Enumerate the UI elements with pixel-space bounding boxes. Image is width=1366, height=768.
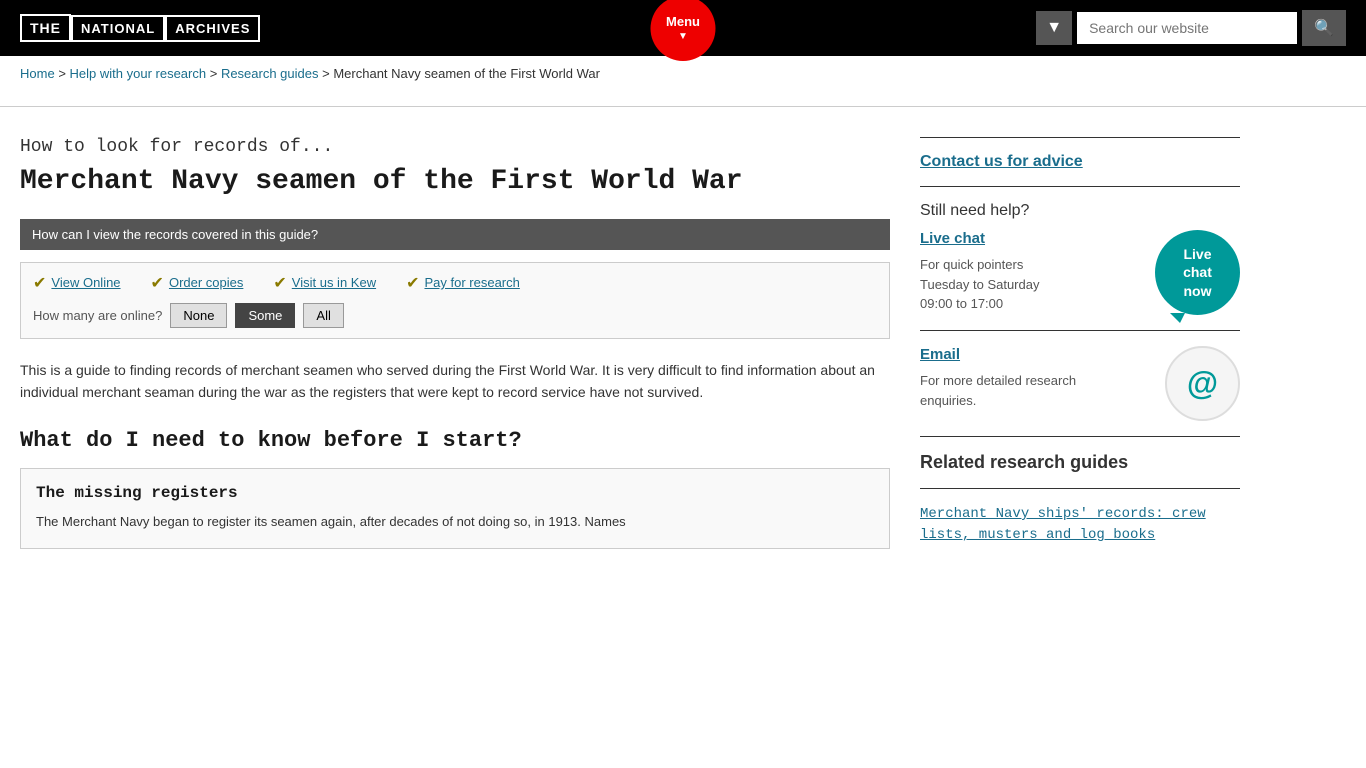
search-input[interactable] xyxy=(1077,12,1297,44)
pay-research-item: ✔ Pay for research xyxy=(406,273,520,293)
dropdown-arrow-icon: ▼ xyxy=(1046,19,1062,36)
email-at-icon: @ xyxy=(1187,365,1218,402)
search-submit-button[interactable]: 🔍 xyxy=(1302,10,1346,46)
chevron-down-icon: ▼ xyxy=(678,31,688,42)
records-box: How can I view the records covered in th… xyxy=(20,219,890,250)
checkmark-icon-3: ✔ xyxy=(273,273,286,293)
breadcrumb-separator-1: > xyxy=(58,66,69,81)
search-icon: 🔍 xyxy=(1314,20,1334,37)
page-title: Merchant Navy seamen of the First World … xyxy=(20,165,890,199)
search-area: ▼ 🔍 xyxy=(1036,10,1346,46)
email-icon-circle: @ xyxy=(1165,346,1240,421)
checkmark-icon-4: ✔ xyxy=(406,273,419,293)
filter-label: How many are online? xyxy=(33,308,162,323)
live-chat-info: Live chat For quick pointers Tuesday to … xyxy=(920,230,1039,314)
body-text: This is a guide to finding records of me… xyxy=(20,359,890,404)
menu-label: Menu xyxy=(666,14,700,29)
view-online-item: ✔ View Online xyxy=(33,273,121,293)
live-chat-description-3: 09:00 to 17:00 xyxy=(920,294,1039,314)
breadcrumb-separator-2: > xyxy=(210,66,221,81)
order-copies-item: ✔ Order copies xyxy=(151,273,244,293)
site-header: THE NATIONAL ARCHIVES Menu ▼ ▼ 🔍 xyxy=(0,0,1366,56)
related-guide-link-1[interactable]: Merchant Navy ships' records: crew lists… xyxy=(920,504,1240,546)
info-box: The missing registers The Merchant Navy … xyxy=(20,468,890,549)
live-chat-section: Live chat For quick pointers Tuesday to … xyxy=(920,230,1240,315)
logo-archives: ARCHIVES xyxy=(165,15,260,42)
live-chat-description-2: Tuesday to Saturday xyxy=(920,275,1039,295)
sidebar: Contact us for advice Still need help? L… xyxy=(920,122,1240,549)
breadcrumb: Home > Help with your research > Researc… xyxy=(0,56,1366,91)
logo-the: THE xyxy=(20,14,71,42)
still-need-help-label: Still need help? xyxy=(920,202,1240,220)
pay-research-link[interactable]: Pay for research xyxy=(424,275,519,290)
section-heading: What do I need to know before I start? xyxy=(20,428,890,453)
live-chat-description-1: For quick pointers xyxy=(920,255,1039,275)
breadcrumb-current: Merchant Navy seamen of the First World … xyxy=(333,66,600,81)
view-options: ✔ View Online ✔ Order copies ✔ Visit us … xyxy=(20,262,890,339)
email-section: Email For more detailed research enquiri… xyxy=(920,346,1240,421)
breadcrumb-help[interactable]: Help with your research xyxy=(70,66,207,81)
online-filter: How many are online? None Some All xyxy=(33,303,877,328)
live-chat-link[interactable]: Live chat xyxy=(920,230,1039,247)
related-guides-title: Related research guides xyxy=(920,452,1240,473)
filter-none-button[interactable]: None xyxy=(170,303,227,328)
email-info: Email For more detailed research enquiri… xyxy=(920,346,1076,410)
breadcrumb-research-guides[interactable]: Research guides xyxy=(221,66,319,81)
visit-kew-link[interactable]: Visit us in Kew xyxy=(292,275,376,290)
logo-national: NATIONAL xyxy=(71,15,165,42)
live-chat-bubble-text: Livechatnow xyxy=(1183,245,1212,300)
view-online-link[interactable]: View Online xyxy=(51,275,120,290)
records-box-label: How can I view the records covered in th… xyxy=(32,227,318,242)
page-subtitle: How to look for records of... xyxy=(20,137,890,157)
contact-advice-link[interactable]: Contact us for advice xyxy=(920,153,1083,170)
live-chat-bubble[interactable]: Livechatnow xyxy=(1155,230,1240,315)
visit-kew-item: ✔ Visit us in Kew xyxy=(273,273,376,293)
breadcrumb-separator-3: > xyxy=(322,66,333,81)
menu-button[interactable]: Menu ▼ xyxy=(651,0,716,61)
filter-some-button[interactable]: Some xyxy=(235,303,295,328)
order-copies-link[interactable]: Order copies xyxy=(169,275,243,290)
info-box-title: The missing registers xyxy=(36,484,874,502)
filter-all-button[interactable]: All xyxy=(303,303,343,328)
main-content: How to look for records of... Merchant N… xyxy=(20,122,890,549)
breadcrumb-home[interactable]: Home xyxy=(20,66,55,81)
checkmark-icon-1: ✔ xyxy=(33,273,46,293)
email-description-2: enquiries. xyxy=(920,391,1076,411)
email-link[interactable]: Email xyxy=(920,346,1076,363)
main-layout: How to look for records of... Merchant N… xyxy=(0,122,1366,549)
search-dropdown-button[interactable]: ▼ xyxy=(1036,11,1072,45)
email-description-1: For more detailed research xyxy=(920,371,1076,391)
view-links: ✔ View Online ✔ Order copies ✔ Visit us … xyxy=(33,273,877,293)
site-logo: THE NATIONAL ARCHIVES xyxy=(20,14,260,42)
checkmark-icon-2: ✔ xyxy=(151,273,164,293)
info-box-text: The Merchant Navy began to register its … xyxy=(36,512,874,533)
